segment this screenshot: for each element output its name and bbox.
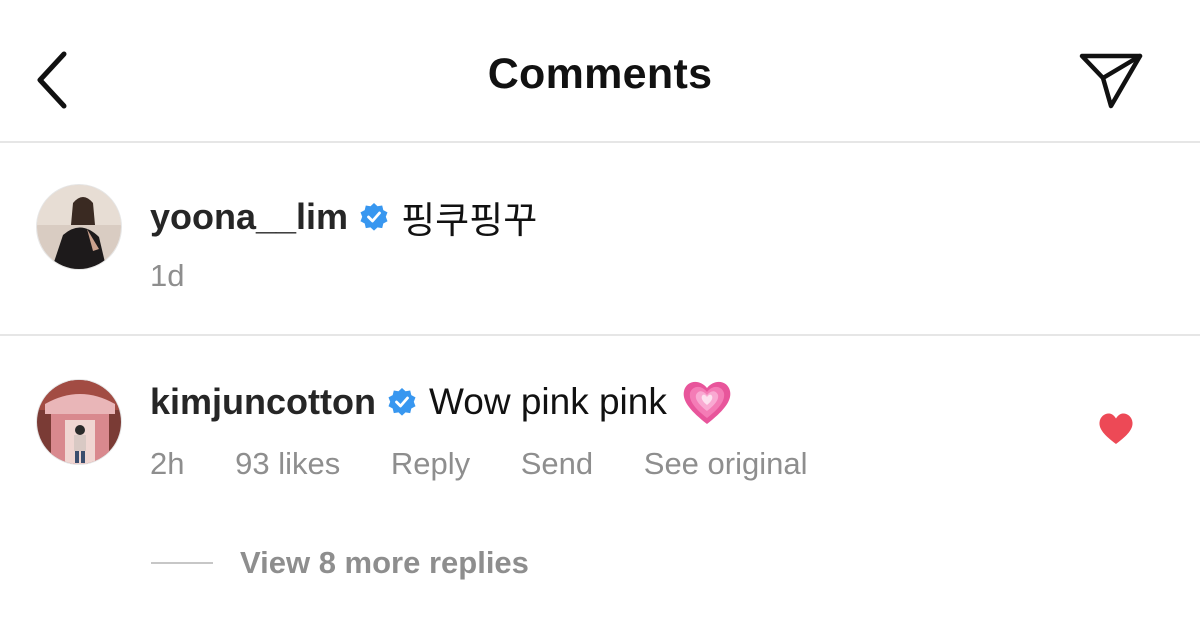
like-button[interactable] bbox=[1098, 412, 1134, 446]
caption-meta: 1d bbox=[150, 258, 226, 294]
caption-text: 핑쿠핑꾸 bbox=[401, 200, 538, 241]
view-replies-button[interactable]: View 8 more replies bbox=[151, 545, 529, 581]
verified-badge-icon bbox=[359, 202, 389, 232]
caption-timestamp: 1d bbox=[150, 258, 185, 293]
comment-line: kimjuncotton Wow pink pink 💗 bbox=[150, 378, 733, 426]
send-button[interactable]: Send bbox=[521, 446, 593, 482]
caption-username[interactable]: yoona__lim bbox=[150, 196, 348, 238]
see-original-button[interactable]: See original bbox=[644, 446, 808, 482]
likes-count-link[interactable]: 93 likes bbox=[235, 446, 340, 482]
comment-username[interactable]: kimjuncotton bbox=[150, 381, 376, 423]
caption-line: yoona__lim 핑쿠핑꾸 bbox=[150, 190, 537, 244]
share-button[interactable] bbox=[1072, 44, 1152, 116]
reply-button[interactable]: Reply bbox=[391, 446, 470, 482]
post-caption: yoona__lim 핑쿠핑꾸 1d bbox=[0, 143, 1200, 336]
growing-heart-emoji-icon bbox=[681, 378, 733, 426]
view-replies-label: View 8 more replies bbox=[240, 545, 529, 580]
heart-filled-icon bbox=[1099, 413, 1133, 444]
replies-divider bbox=[151, 562, 213, 564]
verified-badge-icon bbox=[387, 387, 417, 417]
avatar[interactable] bbox=[36, 184, 122, 270]
comment-timestamp: 2h bbox=[150, 446, 185, 481]
header-bar: Comments bbox=[0, 0, 1200, 143]
page-title: Comments bbox=[487, 50, 713, 98]
comment-text: Wow pink pink bbox=[428, 381, 667, 422]
paper-plane-icon bbox=[1079, 53, 1143, 109]
comment-meta: 2h 93 likes Reply Send See original bbox=[150, 446, 849, 482]
avatar[interactable] bbox=[36, 379, 122, 465]
